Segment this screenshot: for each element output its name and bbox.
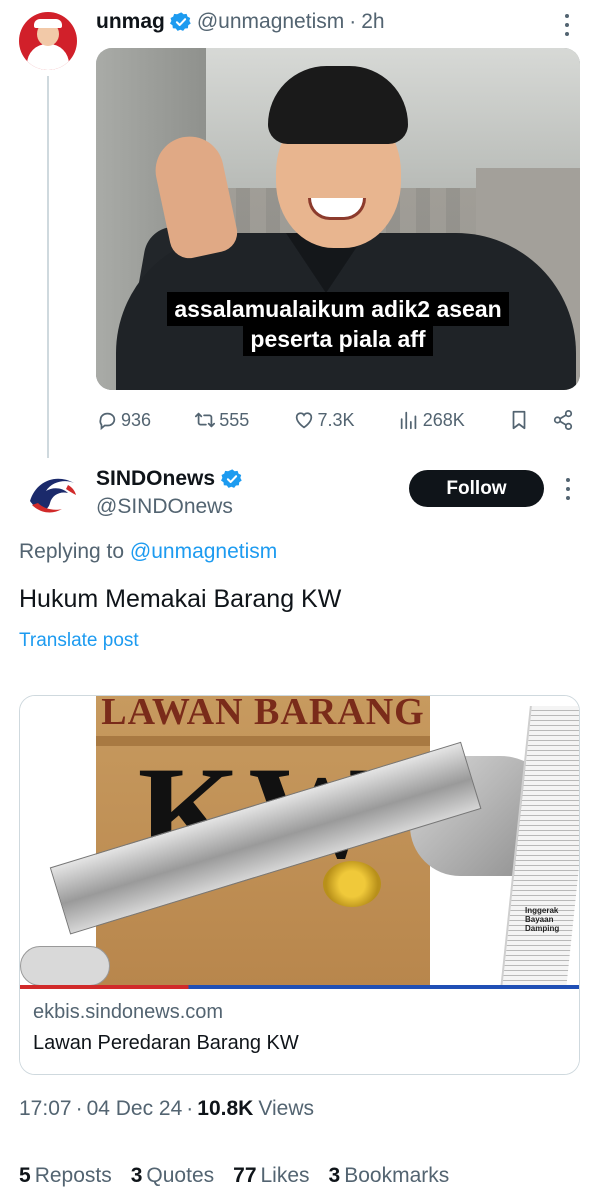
card-image-headline: LAWAN BARANG: [101, 696, 425, 733]
tweet-date[interactable]: 04 Dec 24: [87, 1097, 183, 1121]
parent-tweet-actions: 936 555 7.3K 268K: [96, 405, 574, 435]
parent-author-name[interactable]: unmag: [96, 10, 165, 34]
quotes-stat[interactable]: 3 Quotes: [131, 1164, 214, 1188]
parent-tweet-header: unmag @unmagnetism · 2h: [96, 8, 385, 36]
emblem-icon: [323, 861, 381, 907]
translate-post-link[interactable]: Translate post: [19, 630, 139, 652]
parent-tweet-image[interactable]: assalamualaikum adik2 asean peserta pial…: [96, 48, 580, 390]
verified-badge-icon: [221, 469, 242, 488]
like-count: 7.3K: [317, 409, 355, 430]
views-count: 268K: [422, 409, 465, 430]
repost-button[interactable]: 555: [194, 409, 249, 431]
tweet-views-count: 10.8K: [197, 1097, 254, 1120]
image-caption-line-1: assalamualaikum adik2 asean: [167, 292, 509, 326]
more-icon[interactable]: [564, 14, 570, 36]
replying-prefix: Replying to: [19, 540, 125, 563]
like-icon: [295, 412, 312, 429]
parent-author-handle[interactable]: @unmagnetism: [197, 10, 344, 34]
bookmark-icon[interactable]: [508, 409, 530, 431]
follow-button[interactable]: Follow: [409, 470, 544, 507]
author-name[interactable]: SINDOnews: [96, 467, 215, 491]
thread-connector-line: [47, 76, 49, 458]
image-caption-line-2: peserta piala aff: [243, 322, 433, 356]
reposts-stat[interactable]: 5 Reposts: [19, 1164, 112, 1188]
card-image-paper-text: Inggerak Bayaan Damping: [525, 906, 560, 933]
reply-button[interactable]: 936: [96, 409, 151, 431]
repost-count: 555: [219, 409, 250, 430]
author-handle[interactable]: @SINDOnews: [96, 495, 248, 519]
views-button[interactable]: 268K: [398, 409, 465, 431]
replying-to-link[interactable]: @unmagnetism: [130, 540, 277, 563]
parent-tweet-time[interactable]: 2h: [361, 10, 384, 34]
likes-stat[interactable]: 77 Likes: [233, 1164, 309, 1188]
card-image: LAWAN BARANG KW Inggerak Bayaan Damping: [20, 696, 579, 989]
tweet-views-label: Views: [258, 1097, 314, 1120]
tweet-text: Hukum Memakai Barang KW: [19, 585, 342, 613]
card-domain: ekbis.sindonews.com: [33, 1001, 224, 1023]
like-button[interactable]: 7.3K: [293, 409, 355, 431]
tweet-stats: 5 Reposts 3 Quotes 77 Likes 3 Bookmarks: [19, 1164, 449, 1188]
tweet-time[interactable]: 17:07: [19, 1097, 72, 1121]
card-title: Lawan Peredaran Barang KW: [33, 1032, 299, 1054]
link-preview-card[interactable]: LAWAN BARANG KW Inggerak Bayaan Damping …: [19, 695, 580, 1075]
reply-icon: [99, 412, 116, 431]
views-icon: [400, 411, 417, 430]
separator-dot: ·: [349, 10, 357, 33]
share-icon[interactable]: [552, 409, 574, 431]
bookmarks-stat[interactable]: 3 Bookmarks: [329, 1164, 450, 1188]
tweet-metadata: 17:07 · 04 Dec 24 · 10.8K Views: [19, 1097, 314, 1121]
reply-count: 936: [121, 409, 152, 430]
more-icon[interactable]: [565, 478, 571, 500]
repost-icon: [195, 412, 216, 428]
main-tweet-author: SINDOnews @SINDOnews: [96, 465, 248, 519]
replying-to: Replying to @unmagnetism: [19, 540, 277, 564]
verified-badge-icon: [169, 12, 191, 31]
avatar-sindonews[interactable]: [22, 465, 80, 523]
avatar-unmag[interactable]: [19, 12, 77, 70]
